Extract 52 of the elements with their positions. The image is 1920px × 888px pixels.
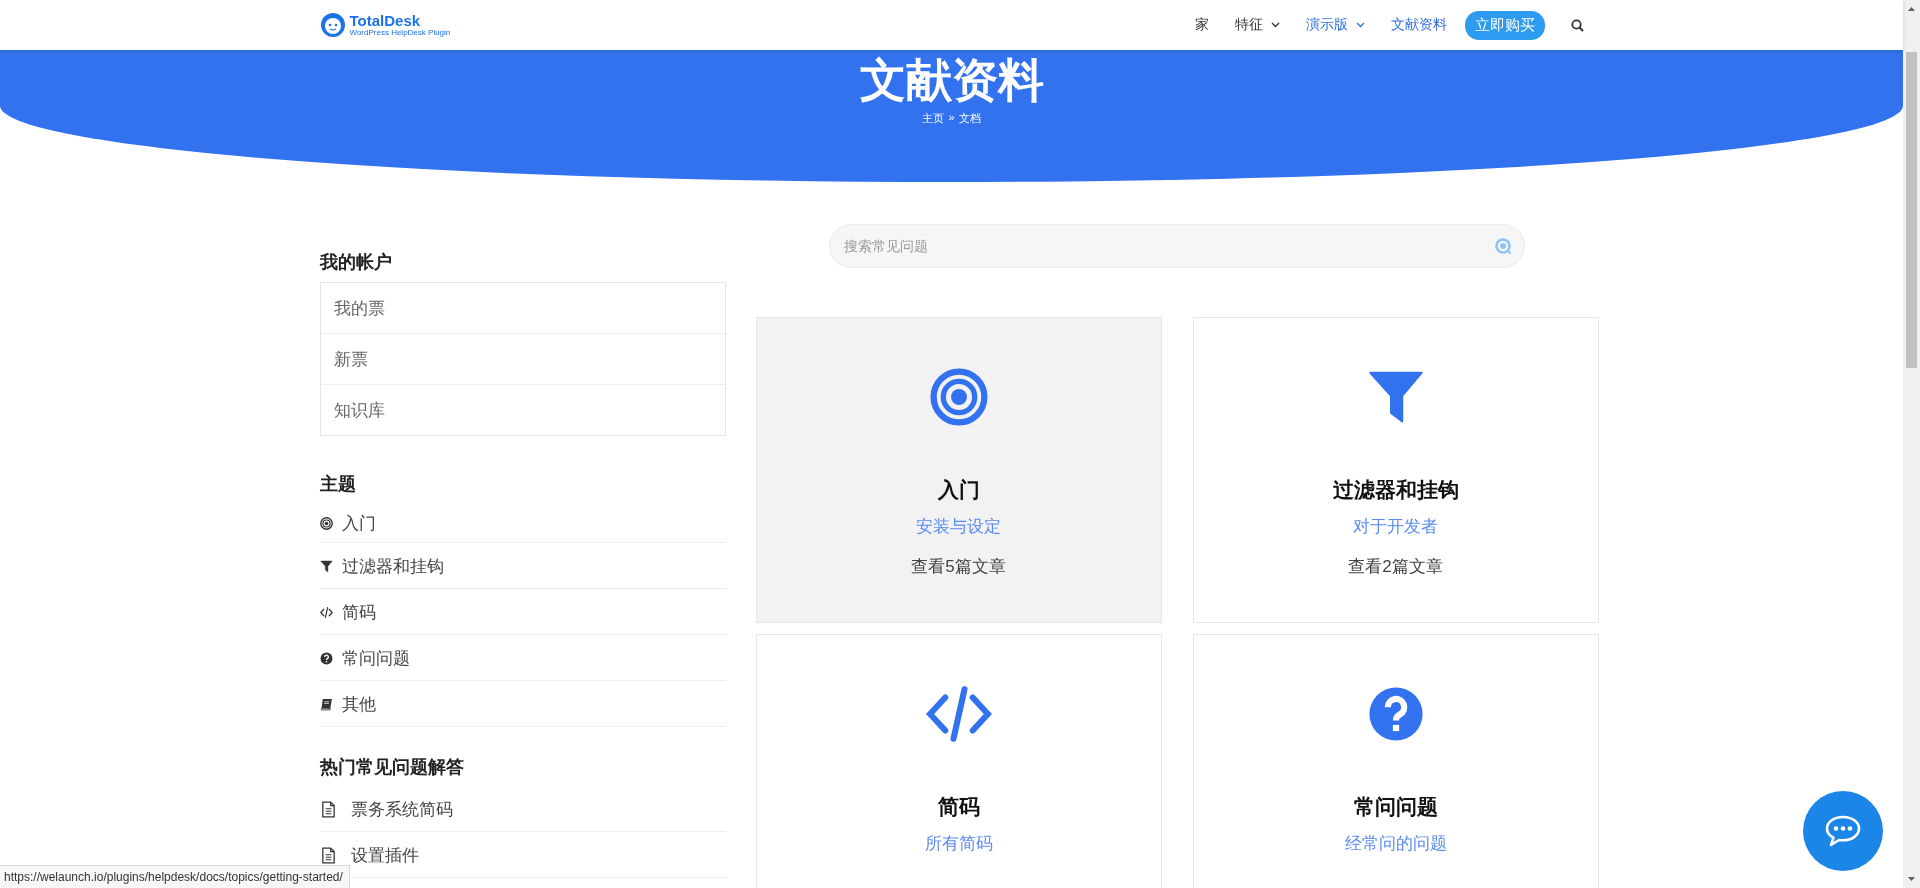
breadcrumb-separator: » [948, 111, 955, 125]
document-icon [319, 846, 337, 864]
section-heading: 热门常见问题解答 [319, 756, 465, 779]
breadcrumb-link[interactable]: 主页 [922, 111, 945, 126]
nav-link[interactable]: 特征 [1234, 16, 1280, 34]
search-input[interactable]: 搜索常见问题 [842, 237, 1494, 255]
question-icon [1366, 685, 1425, 743]
link-status-tooltip: https://welaunch.io/plugins/helpdesk/docs/topics/getting-started/ [0, 865, 350, 888]
breadcrumb-link[interactable]: 文档 [958, 111, 981, 126]
target-icon [929, 368, 988, 426]
logo-text[interactable]: TotalDesk [349, 12, 451, 28]
article-count-link[interactable]: 查看2篇文章 [1348, 556, 1443, 578]
card-subtitle: 所有简码 [924, 833, 993, 855]
chat-bubble-icon [1824, 814, 1862, 848]
faq-link[interactable]: 票务系统简码 [319, 787, 726, 832]
topic-link[interactable]: 简码 [319, 590, 726, 635]
headset-face-icon [319, 12, 346, 38]
document-icon [319, 800, 337, 818]
scrollbar[interactable] [1903, 0, 1920, 888]
card-subtitle: 安装与设定 [916, 516, 1001, 538]
card-title: 常问问题 [1353, 794, 1438, 820]
account-link[interactable]: 我的票 [320, 283, 725, 333]
topic-card[interactable]: 入门 安装与设定 查看5篇文章 [755, 317, 1162, 623]
page-title: 文献资料 [858, 53, 1045, 108]
account-link[interactable]: 新票 [320, 333, 725, 384]
topic-link[interactable]: 过滤器和挂钩 [319, 544, 726, 589]
nav-link[interactable]: 文献资料 [1390, 16, 1447, 34]
question-icon [319, 651, 333, 665]
nav-link[interactable]: 家 [1194, 16, 1209, 34]
card-title: 入门 [937, 477, 980, 503]
nav-link[interactable]: 演示版 [1305, 16, 1365, 34]
topic-card[interactable]: 简码 所有简码 [755, 634, 1162, 888]
filter-icon [319, 559, 333, 573]
logo-tagline: WordPress HelpDesk Plugin [349, 27, 451, 38]
card-title: 简码 [937, 794, 980, 820]
book-icon [319, 697, 333, 711]
topic-link[interactable]: 入门 [319, 504, 726, 543]
section-heading: 我的帐户 [319, 251, 393, 274]
topic-card[interactable]: 常问问题 经常问的问题 [1192, 634, 1599, 888]
topic-link[interactable]: 其他 [319, 682, 726, 727]
card-subtitle: 对于开发者 [1353, 516, 1438, 538]
search-icon[interactable] [1570, 18, 1584, 32]
article-count-link[interactable]: 查看5篇文章 [911, 556, 1006, 578]
account-link[interactable]: 知识库 [320, 384, 725, 435]
card-subtitle: 经常问的问题 [1344, 833, 1447, 855]
section-heading: 主题 [319, 473, 357, 496]
topic-link[interactable]: 常问问题 [319, 636, 726, 681]
search-bar[interactable]: 搜索常见问题 [829, 224, 1525, 268]
topic-card[interactable]: 过滤器和挂钩 对于开发者 查看2篇文章 [1192, 317, 1599, 623]
target-icon [319, 516, 333, 530]
code-icon [319, 605, 333, 619]
card-title: 过滤器和挂钩 [1332, 477, 1459, 503]
